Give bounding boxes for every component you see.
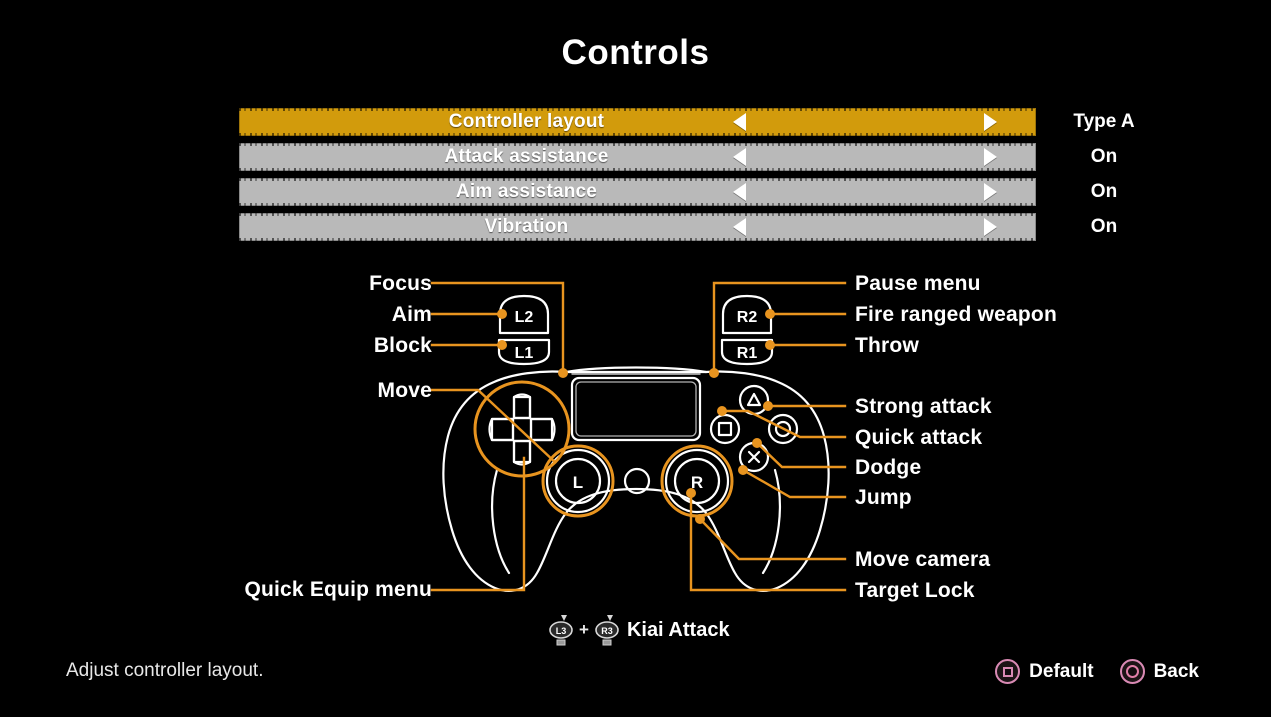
face-buttons bbox=[709, 384, 799, 473]
label-fire-ranged: Fire ranged weapon bbox=[855, 303, 1057, 326]
dpad bbox=[488, 393, 556, 466]
setting-value: On bbox=[1090, 216, 1118, 237]
leader-target-lock bbox=[689, 491, 847, 592]
leader-jump bbox=[741, 468, 847, 499]
l2-label: L2 bbox=[515, 309, 534, 326]
label-aim: Aim bbox=[391, 303, 432, 326]
triangle-left-icon[interactable] bbox=[733, 148, 746, 166]
setting-row-attack-assistance[interactable]: Attack assistance On bbox=[239, 143, 1117, 171]
label-quick-attack: Quick attack bbox=[855, 426, 983, 449]
setting-row-vibration[interactable]: Vibration On bbox=[239, 213, 1117, 241]
leader-move-camera bbox=[698, 517, 847, 561]
setting-label: Vibration bbox=[484, 216, 569, 237]
default-button-label: Default bbox=[1029, 660, 1094, 682]
triangle-left-icon[interactable] bbox=[733, 183, 746, 201]
setting-value: On bbox=[1090, 181, 1118, 202]
shoulder-button-l2 bbox=[498, 294, 550, 335]
circle-button-icon bbox=[1119, 659, 1145, 684]
leader-pause-menu bbox=[712, 281, 847, 374]
setting-label: Controller layout bbox=[448, 111, 605, 132]
l1-label: L1 bbox=[515, 345, 534, 362]
setting-label: Aim assistance bbox=[455, 181, 598, 202]
right-stick-highlight-ring bbox=[660, 444, 734, 518]
triangle-right-icon[interactable] bbox=[984, 113, 997, 131]
label-target-lock: Target Lock bbox=[855, 579, 975, 602]
default-button[interactable]: Default bbox=[995, 659, 1094, 684]
dpad-highlight-ring bbox=[473, 380, 571, 478]
kiai-attack-label: Kiai Attack bbox=[626, 618, 730, 641]
leader-quick-equip bbox=[430, 456, 526, 592]
setting-row-controller-layout[interactable]: Controller layout Type A bbox=[239, 108, 1135, 136]
plus-symbol: + bbox=[579, 620, 589, 639]
label-move-camera: Move camera bbox=[855, 548, 991, 571]
back-button[interactable]: Back bbox=[1119, 659, 1199, 684]
label-jump: Jump bbox=[855, 486, 912, 509]
footer-hint-text: Adjust controller layout. bbox=[66, 660, 264, 681]
setting-value: On bbox=[1090, 146, 1118, 167]
right-stick bbox=[664, 448, 730, 514]
settings-list: Controller layout Type A Attack assistan… bbox=[239, 108, 1135, 248]
square-button-icon bbox=[995, 659, 1021, 684]
setting-label: Attack assistance bbox=[444, 146, 609, 167]
back-button-label: Back bbox=[1153, 660, 1199, 682]
label-pause-menu: Pause menu bbox=[855, 272, 981, 295]
left-stick-highlight-ring bbox=[541, 444, 615, 518]
kiai-attack-hint: L3 + R3 Kiai Attack bbox=[548, 614, 730, 646]
shoulder-button-r1 bbox=[720, 338, 774, 366]
leader-dodge bbox=[755, 441, 847, 469]
left-stick bbox=[545, 448, 611, 514]
touchpad bbox=[570, 376, 702, 442]
r3-label: R3 bbox=[601, 626, 613, 636]
controller-body bbox=[442, 366, 830, 592]
leader-move bbox=[430, 388, 557, 464]
triangle-right-icon[interactable] bbox=[984, 218, 997, 236]
l3-stick-press-icon: L3 bbox=[549, 615, 573, 646]
label-strong-attack: Strong attack bbox=[855, 395, 992, 418]
controls-screen: Controls Controller layout Type A Attack… bbox=[0, 0, 1271, 717]
r2-label: R2 bbox=[737, 309, 758, 326]
triangle-left-icon[interactable] bbox=[733, 218, 746, 236]
label-focus: Focus bbox=[369, 272, 432, 295]
l3-label: L3 bbox=[556, 626, 567, 636]
leader-dots bbox=[497, 309, 775, 524]
shoulder-button-l1 bbox=[497, 338, 551, 366]
page-title: Controls bbox=[561, 33, 710, 72]
leader-focus bbox=[430, 281, 565, 374]
triangle-right-icon[interactable] bbox=[984, 148, 997, 166]
right-stick-label: R bbox=[691, 473, 703, 492]
setting-row-aim-assistance[interactable]: Aim assistance On bbox=[239, 178, 1117, 206]
label-move: Move bbox=[377, 379, 432, 402]
label-throw: Throw bbox=[855, 334, 919, 357]
triangle-right-icon[interactable] bbox=[984, 183, 997, 201]
footer-actions: Default Back bbox=[995, 659, 1199, 684]
label-block: Block bbox=[373, 334, 432, 357]
label-dodge: Dodge bbox=[855, 456, 922, 479]
shoulder-button-r2 bbox=[721, 294, 773, 335]
triangle-left-icon[interactable] bbox=[733, 113, 746, 131]
ps-button bbox=[623, 467, 651, 495]
r3-stick-press-icon: R3 bbox=[595, 615, 619, 646]
setting-value: Type A bbox=[1073, 111, 1135, 132]
left-stick-label: L bbox=[573, 473, 583, 492]
r1-label: R1 bbox=[737, 345, 758, 362]
label-quick-equip: Quick Equip menu bbox=[244, 578, 432, 601]
leader-quick-attack bbox=[720, 409, 847, 439]
